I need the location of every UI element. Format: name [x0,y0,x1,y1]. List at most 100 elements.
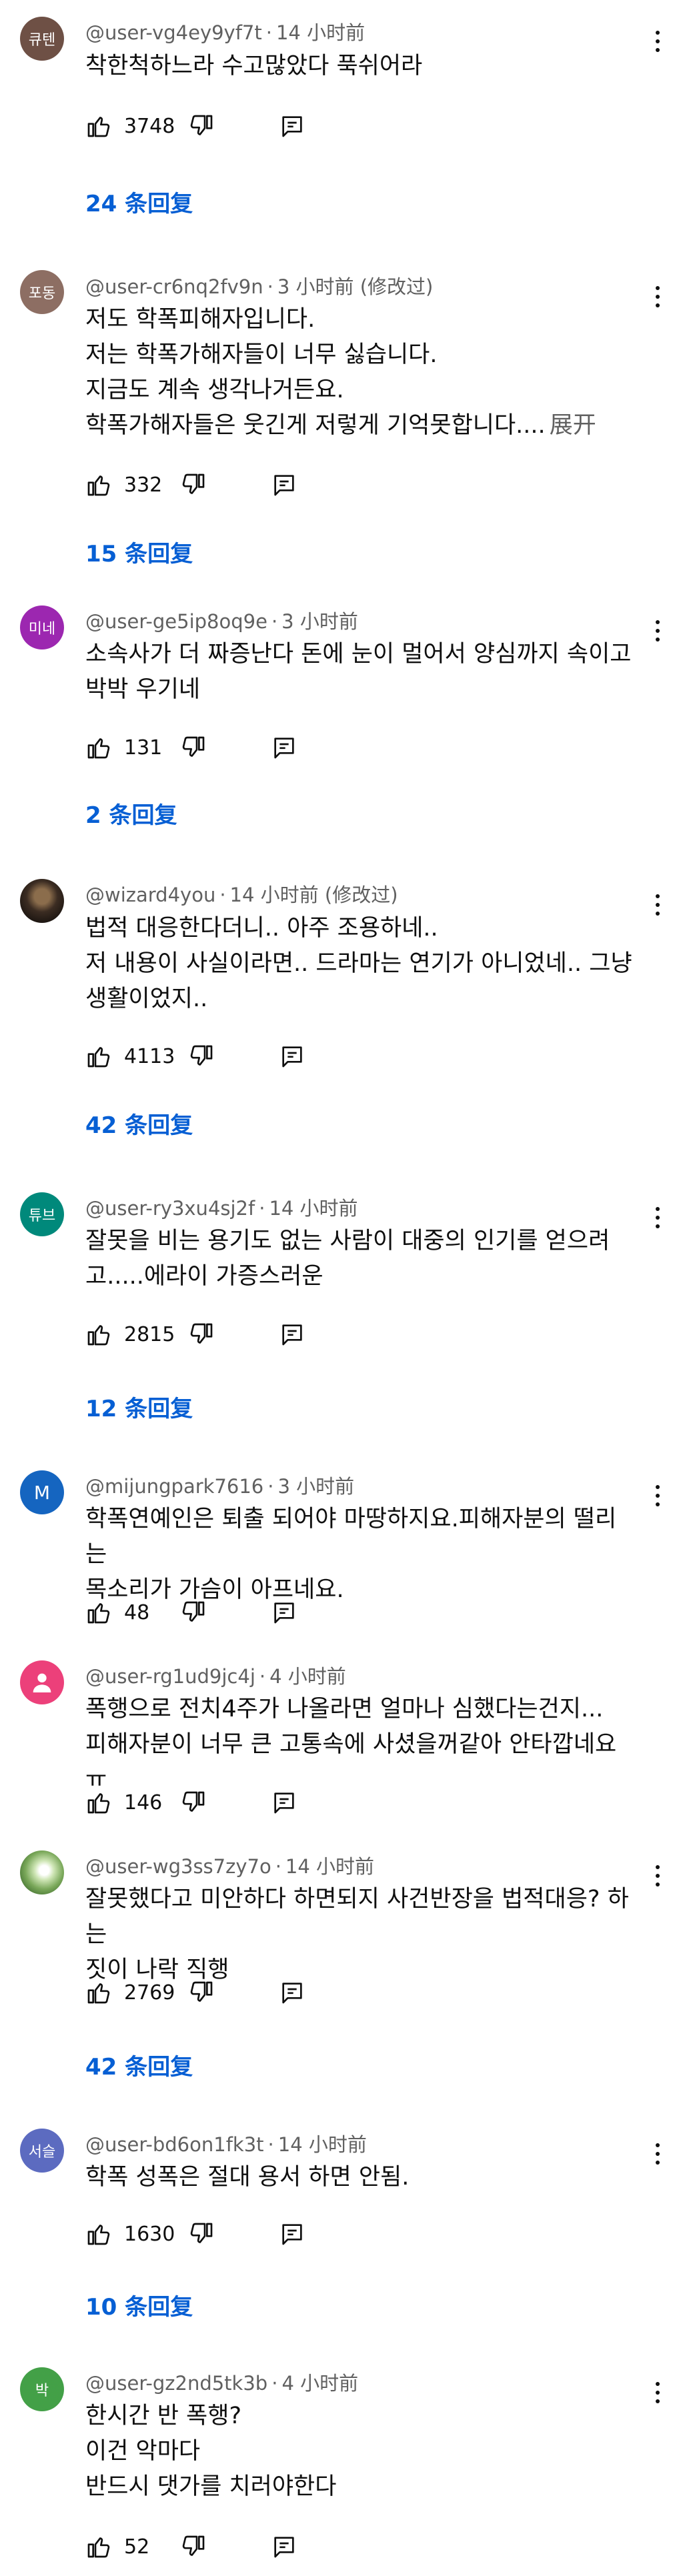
comment-line: 고.....에라이 가증스러운 [85,1263,323,1290]
comment-text: 저도 학폭피해자입니다. 저는 학폭가해자들이 너무 싫습니다. 지금도 계속 … [85,302,632,443]
like-count: 146 [124,1790,163,1814]
comment-time[interactable]: 4 小时前 [281,2372,358,2395]
author-handle[interactable]: @user-ry3xu4sj2f [85,1197,255,1220]
author-handle[interactable]: @user-gz2nd5tk3b [85,2372,267,2395]
more-options-icon[interactable] [650,617,666,644]
reply-icon[interactable] [207,734,297,761]
view-replies-button[interactable]: 12 条回复 [85,1390,193,1423]
author-handle[interactable]: @user-ge5ip8oq9e [85,610,267,633]
like-icon[interactable] [85,1321,112,1348]
view-replies-button[interactable]: 42 条回复 [85,1107,193,1140]
like-icon[interactable] [85,1599,112,1626]
view-replies-button[interactable]: 10 条回复 [85,2289,193,2321]
avatar[interactable]: M [20,1470,64,1514]
author-handle[interactable]: @wizard4you [85,884,215,906]
dislike-icon[interactable] [175,1043,215,1070]
like-icon[interactable] [85,1043,112,1070]
author-handle[interactable]: @user-bd6on1fk3t [85,2133,264,2156]
comment-time[interactable]: 14 小时前 [278,2133,367,2156]
reply-icon[interactable] [207,1599,297,1626]
dislike-icon[interactable] [167,2533,207,2560]
comment-time[interactable]: 14 小时前 [230,884,319,906]
comment-line: 잘못을 비는 용기도 없는 사람이 대중의 인기를 얻으려 [85,1228,610,1254]
avatar[interactable]: 서슬 [20,2129,64,2173]
author-handle[interactable]: @mijungpark7616 [85,1475,263,1498]
comment-text: 한시간 반 폭행? 이건 악마다 반드시 댓가를 치러야한다 [85,2399,632,2505]
comment-actions: 52 [85,2532,297,2561]
more-options-icon[interactable] [650,2141,666,2167]
reply-icon[interactable] [215,1321,305,1348]
like-icon[interactable] [85,471,112,498]
dislike-icon[interactable] [175,2221,215,2247]
more-options-icon[interactable] [650,1482,666,1509]
view-replies-button[interactable]: 24 条回复 [85,185,193,218]
reply-icon[interactable] [207,471,297,498]
comment-time[interactable]: 4 小时前 [269,1665,346,1688]
avatar[interactable] [20,879,64,923]
avatar[interactable] [20,1850,64,1894]
meta-separator: · [271,2372,278,2395]
reply-icon[interactable] [215,113,305,139]
avatar[interactable]: 박 [20,2367,64,2411]
author-handle[interactable]: @user-cr6nq2fv9n [85,275,263,298]
comment-meta: @user-cr6nq2fv9n · 3 小时前 (修改过) [85,271,433,299]
more-options-icon[interactable] [650,283,666,310]
more-options-icon[interactable] [650,1862,666,1889]
reply-icon[interactable] [207,1789,297,1816]
comment-meta: @user-vg4ey9yf7t · 14 小时前 [85,17,365,45]
view-replies-button[interactable]: 15 条回复 [85,535,193,568]
view-replies-button[interactable]: 2 条回复 [85,797,177,830]
dislike-icon[interactable] [175,113,215,139]
dislike-icon[interactable] [175,1979,215,2006]
comment-line: 반드시 댓가를 치러야한다 [85,2473,337,2500]
avatar[interactable]: 미네 [20,605,64,650]
avatar[interactable] [20,1660,64,1704]
comment-text: 착한척하느라 수고많았다 푹쉬어라 [85,49,632,84]
comment-meta: @user-gz2nd5tk3b · 4 小时前 [85,2368,358,2396]
expand-button[interactable]: 展开 [550,412,596,439]
comment-text: 잘못했다고 미안하다 하면되지 사건반장을 법적대응? 하는 짓이 나락 직행 [85,1882,632,1988]
meta-separator: · [219,884,226,906]
comment-line: 저 내용이 사실이라면.. 드라마는 연기가 아니었네.. 그냥 [85,950,632,977]
like-icon[interactable] [85,734,112,761]
reply-icon[interactable] [215,1043,305,1070]
comment-actions: 1630 [85,2219,305,2249]
avatar[interactable]: 큐텐 [20,17,64,61]
more-options-icon[interactable] [650,28,666,55]
author-handle[interactable]: @user-wg3ss7zy7o [85,1855,271,1878]
more-options-icon[interactable] [650,892,666,918]
dislike-icon[interactable] [167,471,207,498]
like-icon[interactable] [85,1979,112,2006]
like-icon[interactable] [85,113,112,139]
comment-time[interactable]: 14 小时前 [285,1855,374,1878]
view-replies-button[interactable]: 42 条回复 [85,2049,193,2081]
comment-time[interactable]: 14 小时前 [276,21,365,44]
comment-actions: 332 [85,470,297,499]
avatar[interactable]: 포동 [20,270,64,314]
author-handle[interactable]: @user-rg1ud9jc4j [85,1665,255,1688]
like-icon[interactable] [85,2221,112,2247]
author-handle[interactable]: @user-vg4ey9yf7t [85,21,262,44]
reply-icon[interactable] [215,1979,305,2006]
avatar[interactable]: 튜브 [20,1192,64,1236]
like-count: 2815 [124,1322,175,1346]
comment-line: 지금도 계속 생각나거든요. [85,377,344,403]
comment-time[interactable]: 3 小时前 [277,1475,354,1498]
comment-time[interactable]: 14 小时前 [269,1197,358,1220]
reply-icon[interactable] [215,2221,305,2247]
like-icon[interactable] [85,1789,112,1816]
more-options-icon[interactable] [650,1204,666,1231]
comment-meta: @wizard4you · 14 小时前 (修改过) [85,880,398,908]
meta-separator: · [267,1475,274,1498]
more-options-icon[interactable] [650,2379,666,2406]
comment-time[interactable]: 3 小时前 [281,610,358,633]
like-icon[interactable] [85,2533,112,2560]
dislike-icon[interactable] [167,1789,207,1816]
dislike-icon[interactable] [167,734,207,761]
dislike-icon[interactable] [167,1599,207,1626]
comment-actions: 146 [85,1788,297,1817]
reply-icon[interactable] [207,2533,297,2560]
dislike-icon[interactable] [175,1321,215,1348]
like-count: 48 [124,1600,150,1624]
comment-time[interactable]: 3 小时前 [277,275,354,298]
